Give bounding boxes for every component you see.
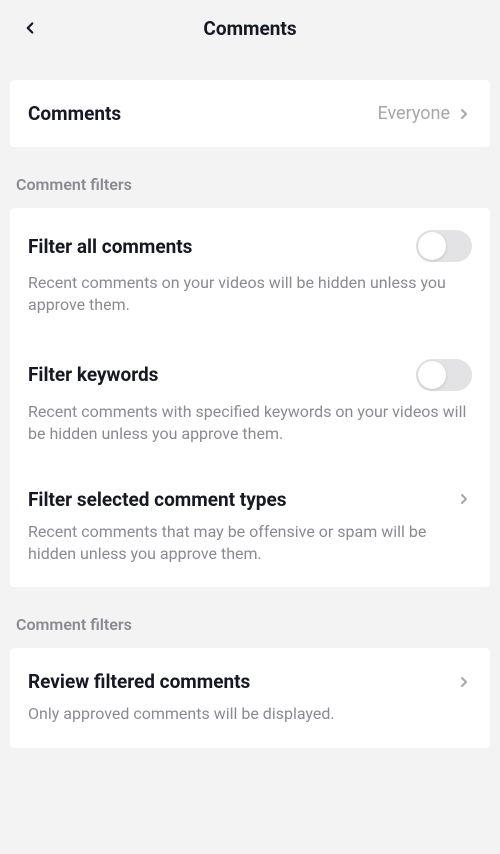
- section-title-filters-2: Comment filters: [0, 615, 500, 634]
- filter-selected-types-desc: Recent comments that may be offensive or…: [28, 521, 472, 566]
- filters-section-2: Review filtered comments Only approved c…: [10, 648, 490, 747]
- review-filtered-comments-desc: Only approved comments will be displayed…: [28, 703, 472, 725]
- comments-value-text: Everyone: [377, 103, 450, 124]
- filter-selected-types-row[interactable]: Filter selected comment types Recent com…: [10, 468, 490, 588]
- toggle-knob: [418, 232, 446, 260]
- filter-keywords-row: Filter keywords Recent comments with spe…: [10, 339, 490, 468]
- row-top: Comments Everyone: [28, 102, 472, 125]
- comments-label: Comments: [28, 102, 121, 125]
- review-filtered-comments-row[interactable]: Review filtered comments Only approved c…: [10, 648, 490, 747]
- chevron-right-icon: [456, 106, 472, 122]
- chevron-left-icon: [21, 19, 39, 37]
- row-top: Filter keywords: [28, 359, 472, 391]
- filter-keywords-toggle[interactable]: [416, 359, 472, 391]
- comments-permission-row[interactable]: Comments Everyone: [10, 80, 490, 147]
- comments-section: Comments Everyone: [10, 80, 490, 147]
- comments-value: Everyone: [377, 103, 472, 124]
- page-title: Comments: [203, 17, 296, 40]
- row-top: Review filtered comments: [28, 670, 472, 693]
- filter-all-comments-label: Filter all comments: [28, 235, 192, 258]
- toggle-knob: [418, 361, 446, 389]
- row-top: Filter all comments: [28, 230, 472, 262]
- filter-all-comments-toggle[interactable]: [416, 230, 472, 262]
- filter-keywords-desc: Recent comments with specified keywords …: [28, 401, 472, 446]
- filter-selected-types-label: Filter selected comment types: [28, 488, 286, 511]
- back-button[interactable]: [16, 14, 44, 42]
- filters-section-1: Filter all comments Recent comments on y…: [10, 208, 490, 587]
- row-top: Filter selected comment types: [28, 488, 472, 511]
- chevron-right-icon: [456, 674, 472, 690]
- section-title-filters-1: Comment filters: [0, 175, 500, 194]
- header: Comments: [0, 0, 500, 56]
- filter-keywords-label: Filter keywords: [28, 363, 158, 386]
- chevron-right-icon: [456, 491, 472, 507]
- filter-all-comments-row: Filter all comments Recent comments on y…: [10, 208, 490, 339]
- review-filtered-comments-label: Review filtered comments: [28, 670, 250, 693]
- filter-all-comments-desc: Recent comments on your videos will be h…: [28, 272, 472, 317]
